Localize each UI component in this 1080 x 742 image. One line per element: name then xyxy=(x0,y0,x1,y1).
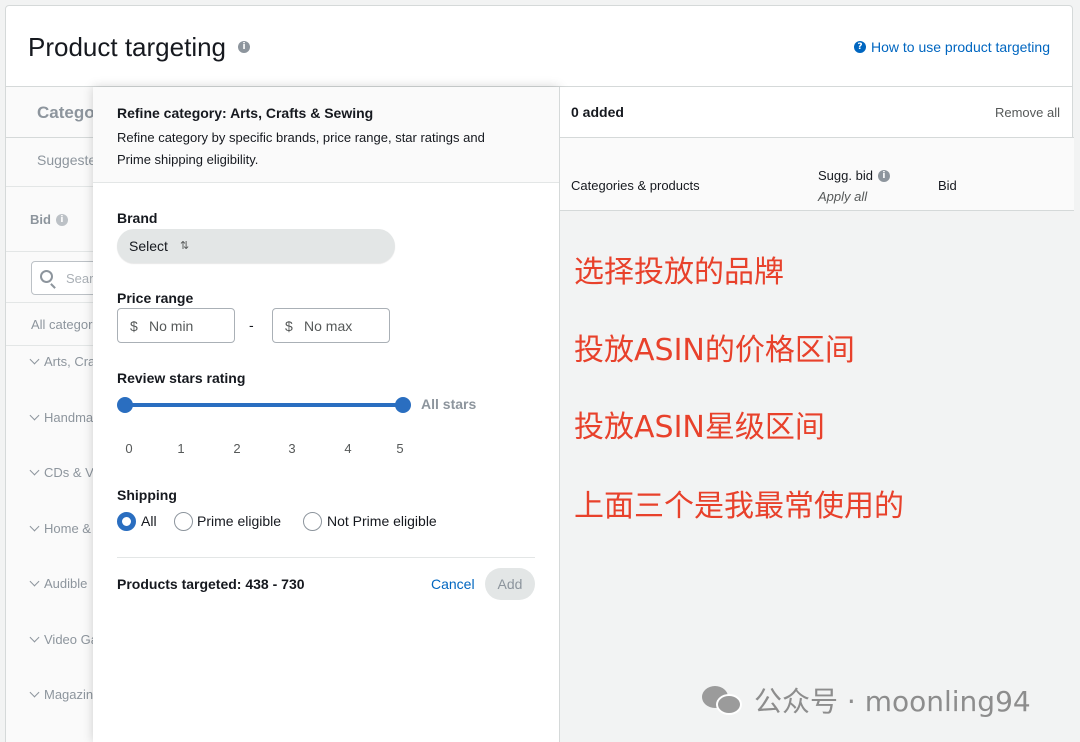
bid-label: Bid i xyxy=(30,212,68,227)
column-header-sugg-bid-label: Sugg. bid xyxy=(818,168,873,183)
shipping-radio-not-prime[interactable] xyxy=(303,512,322,531)
slider-tick-label: 1 xyxy=(177,441,185,456)
refine-panel: Refine category: Arts, Crafts & Sewing R… xyxy=(93,87,559,742)
refine-panel-header: Refine category: Arts, Crafts & Sewing R… xyxy=(93,87,559,183)
added-targets-column: 0 added Remove all Categories & products… xyxy=(559,87,1074,742)
chevron-down-icon xyxy=(29,410,40,421)
tab-suggested[interactable]: Suggested xyxy=(37,152,93,168)
shipping-label: Shipping xyxy=(117,487,177,503)
chevron-down-icon xyxy=(29,576,40,587)
shipping-option-label[interactable]: Prime eligible xyxy=(197,513,281,529)
price-range-label: Price range xyxy=(117,290,194,306)
refine-title: Refine category: Arts, Crafts & Sewing xyxy=(117,105,374,121)
divider xyxy=(6,186,93,187)
page-title: Product targeting xyxy=(28,32,227,62)
column-header-sugg-bid: Sugg. bid i xyxy=(818,168,890,183)
price-max-placeholder: No max xyxy=(304,318,353,334)
currency-symbol: $ xyxy=(130,318,138,334)
category-item[interactable]: Video Games xyxy=(29,632,93,647)
cancel-button[interactable]: Cancel xyxy=(431,576,475,592)
column-header-bid: Bid xyxy=(938,178,957,193)
bid-label-text: Bid xyxy=(30,212,51,227)
brand-label: Brand xyxy=(117,210,158,226)
watermark-text: 公众号 · moonling94 xyxy=(754,685,1031,718)
annotation-text: 投放ASIN的价格区间 xyxy=(574,333,855,368)
slider-tick-label: 5 xyxy=(396,441,404,456)
info-icon[interactable]: i xyxy=(238,41,250,53)
shipping-radio-prime[interactable] xyxy=(174,512,193,531)
category-item[interactable]: Arts, Crafts xyxy=(29,354,93,369)
slider-tick-label: 2 xyxy=(233,441,241,456)
page-header: Product targeting i ? How to use product… xyxy=(5,5,1073,87)
category-search-input[interactable]: Search categories xyxy=(31,261,93,295)
price-min-input[interactable]: $ No min xyxy=(117,308,235,343)
stars-slider-track[interactable] xyxy=(125,403,403,407)
search-placeholder: Search categories xyxy=(66,271,93,286)
tab-categories[interactable]: Categories xyxy=(37,103,93,123)
category-item[interactable]: Audible xyxy=(29,576,87,591)
sort-arrows-icon: ⇅ xyxy=(180,239,190,252)
wechat-icon xyxy=(702,684,744,716)
divider xyxy=(6,251,93,252)
divider xyxy=(117,557,535,558)
help-link-label: How to use product targeting xyxy=(871,39,1050,55)
slider-tick-label: 4 xyxy=(344,441,352,456)
chevron-down-icon xyxy=(29,521,40,532)
column-header-categories: Categories & products xyxy=(571,178,700,193)
price-min-placeholder: No min xyxy=(149,318,194,334)
stars-value: All stars xyxy=(421,396,477,412)
currency-symbol: $ xyxy=(285,318,293,334)
price-max-input[interactable]: $ No max xyxy=(272,308,390,343)
chevron-down-icon xyxy=(29,354,40,365)
category-item[interactable]: Magazines xyxy=(29,687,93,702)
slider-tick-label: 0 xyxy=(125,441,133,456)
category-item[interactable]: CDs & Vinyl xyxy=(29,465,93,480)
brand-select-value: Select xyxy=(129,238,168,254)
annotation-text: 投放ASIN星级区间 xyxy=(574,410,825,445)
remove-all-button[interactable]: Remove all xyxy=(995,105,1060,120)
info-icon[interactable]: i xyxy=(877,169,890,182)
help-icon: ? xyxy=(854,41,866,53)
chevron-down-icon xyxy=(29,465,40,476)
annotation-text: 选择投放的品牌 xyxy=(574,255,784,290)
added-targets-list: 选择投放的品牌 投放ASIN的价格区间 投放ASIN星级区间 上面三个是我最常使… xyxy=(560,211,1074,742)
shipping-option-label[interactable]: Not Prime eligible xyxy=(327,513,437,529)
added-count: 0 added xyxy=(571,104,624,120)
info-icon[interactable]: i xyxy=(55,213,68,226)
review-stars-label: Review stars rating xyxy=(117,370,246,386)
breadcrumb-all-categories[interactable]: All categories xyxy=(31,317,93,332)
help-link[interactable]: ? How to use product targeting xyxy=(854,39,1050,55)
add-button[interactable]: Add xyxy=(485,568,535,600)
stars-slider-min-handle[interactable] xyxy=(117,397,133,413)
shipping-option-label[interactable]: All xyxy=(141,513,157,529)
category-item[interactable]: Handmade xyxy=(29,410,93,425)
divider xyxy=(6,345,93,346)
price-separator: - xyxy=(249,317,254,333)
divider xyxy=(6,137,93,138)
table-header: Categories & products Sugg. bid i Apply … xyxy=(560,138,1074,211)
category-item[interactable]: Home & Kitchen xyxy=(29,521,93,536)
products-targeted: Products targeted: 438 - 730 xyxy=(117,576,305,592)
slider-tick-label: 3 xyxy=(288,441,296,456)
chevron-down-icon xyxy=(29,632,40,643)
annotation-text: 上面三个是我最常使用的 xyxy=(574,489,904,524)
chevron-down-icon xyxy=(29,687,40,698)
brand-select[interactable]: Select ⇅ xyxy=(117,229,395,263)
divider xyxy=(6,302,93,303)
search-icon xyxy=(40,270,53,283)
apply-all-link[interactable]: Apply all xyxy=(818,189,867,204)
stars-slider-max-handle[interactable] xyxy=(395,397,411,413)
refine-description: Refine category by specific brands, pric… xyxy=(117,130,485,167)
shipping-radio-all[interactable] xyxy=(117,512,136,531)
category-column: Categories Suggested Bid i Search catego… xyxy=(5,87,93,742)
watermark: 公众号 · moonling94 xyxy=(702,680,1031,720)
